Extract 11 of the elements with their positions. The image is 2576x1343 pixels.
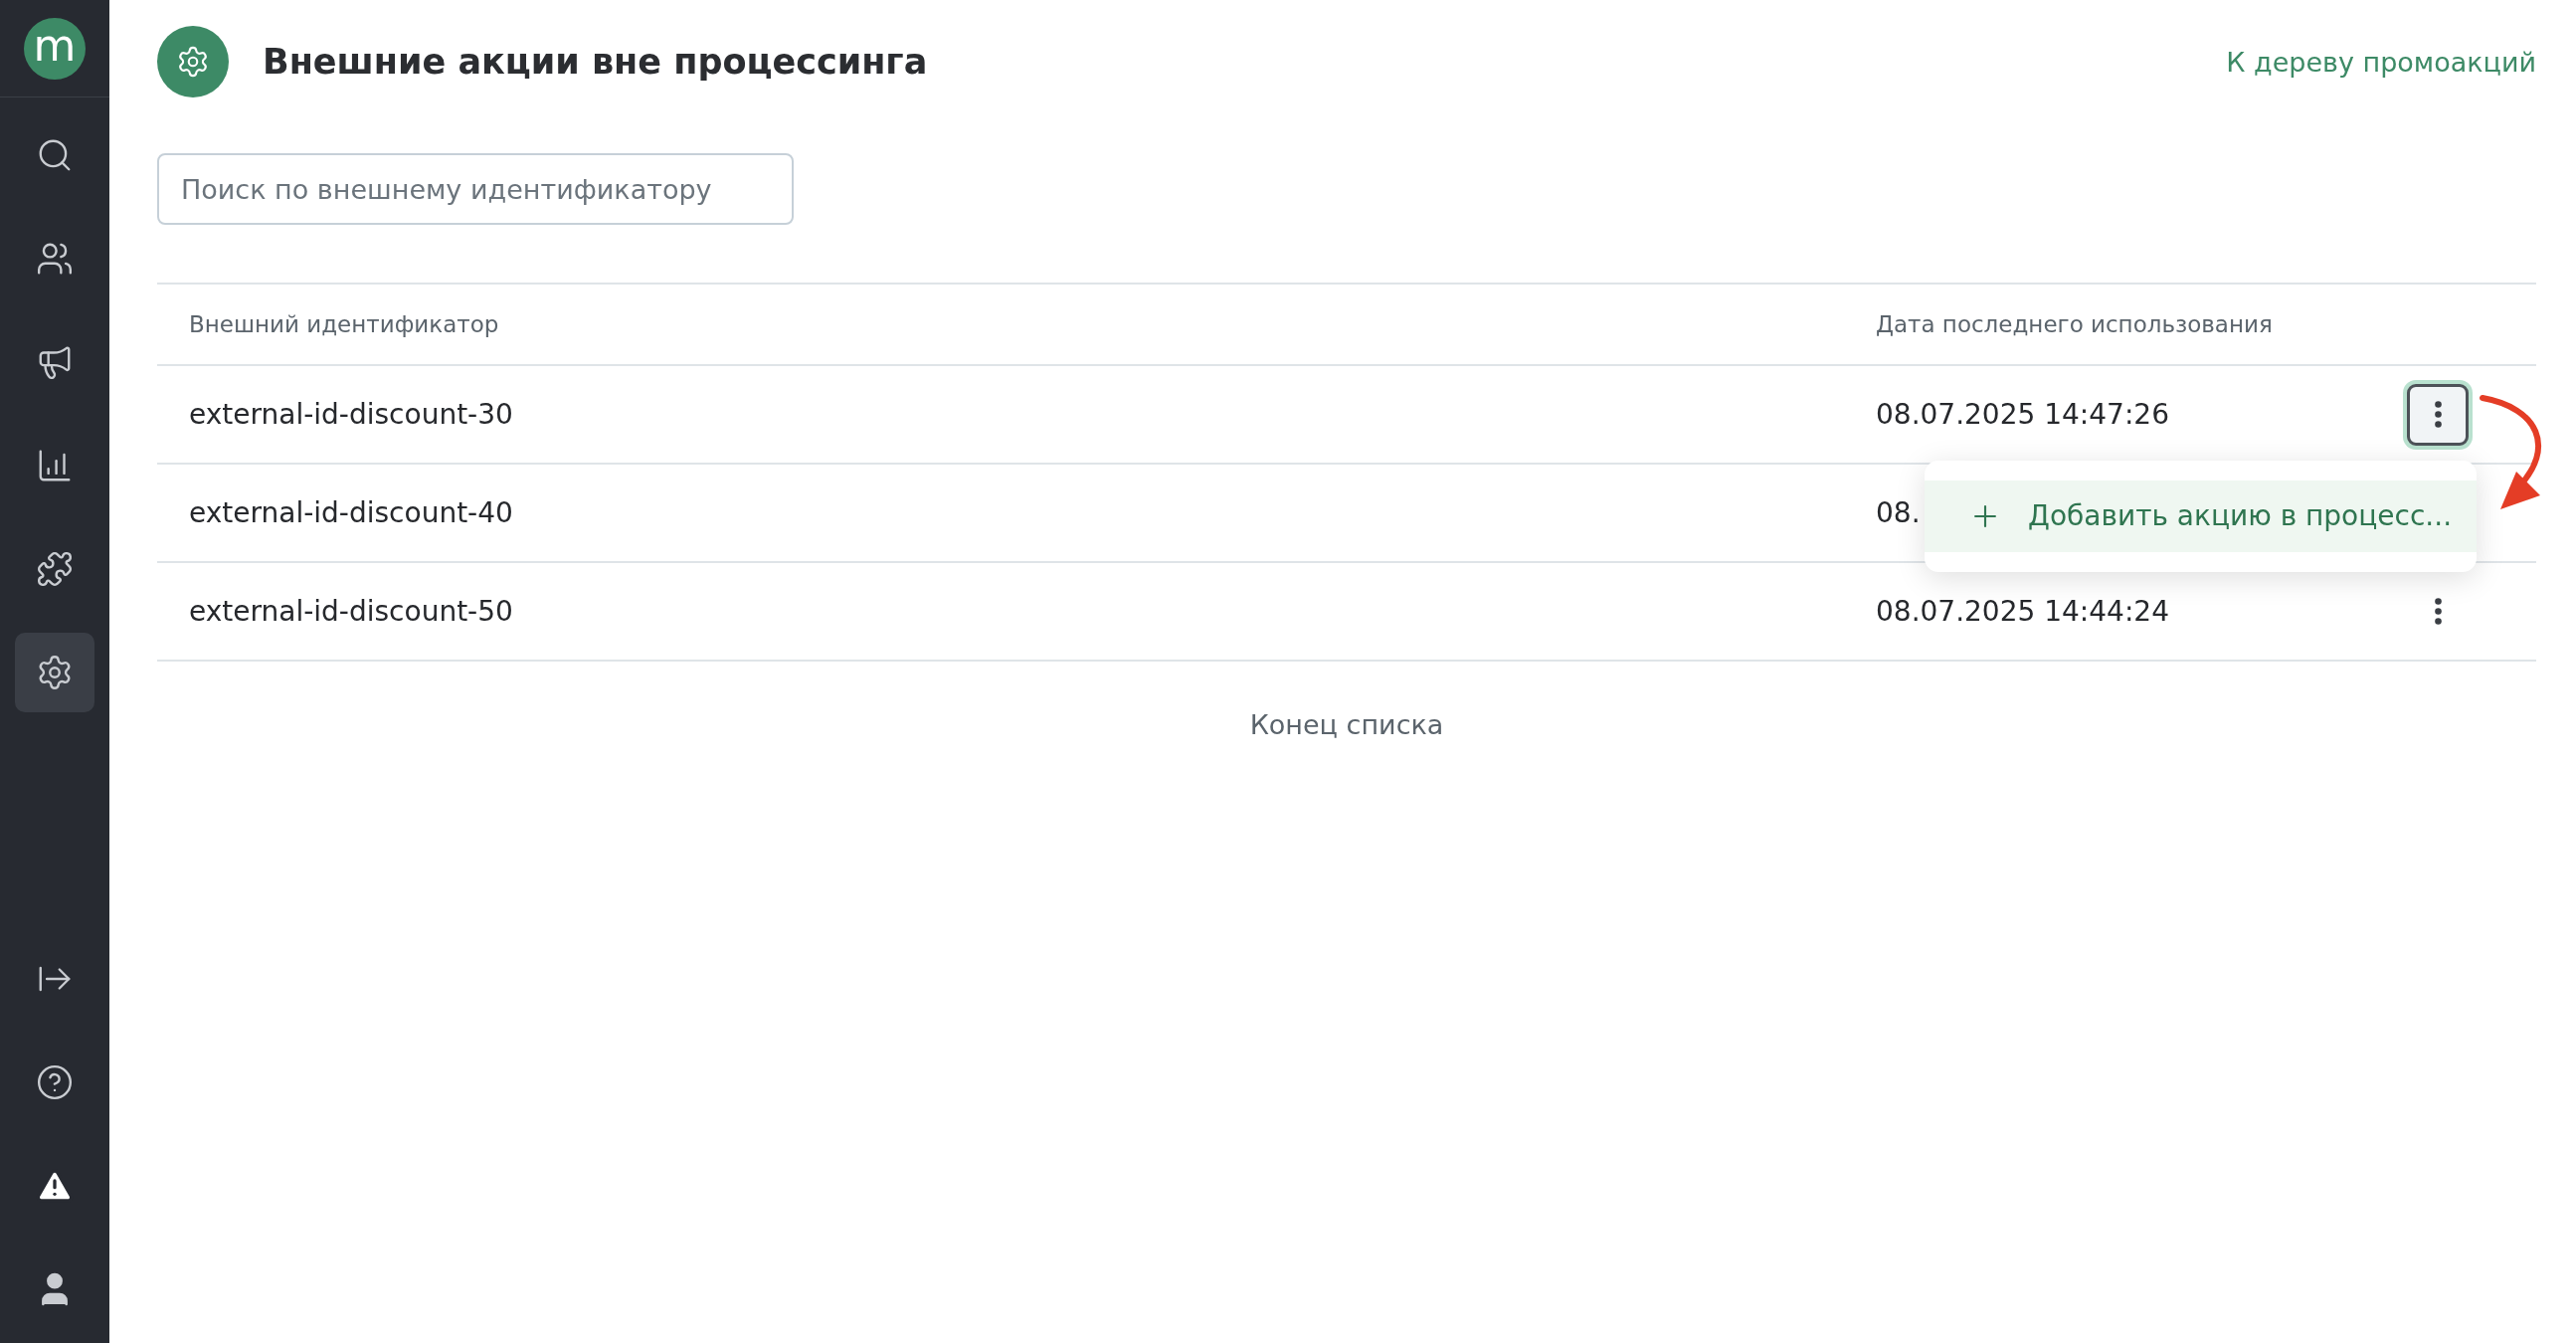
- table-cell: 08.07.2025 14:47:26: [1876, 398, 2169, 431]
- page-title: Внешние акции вне процессинга: [263, 42, 929, 82]
- table-cell: external-id-discount-30: [189, 398, 513, 431]
- column-header: Внешний идентификатор: [189, 311, 500, 337]
- logo: m: [24, 17, 86, 80]
- table-cell: external-id-discount-50: [189, 595, 513, 628]
- column-header: Дата последнего использования: [1876, 311, 2274, 337]
- end-of-list-text: Конец списка: [1248, 709, 1445, 740]
- table-cell: 08.: [1876, 496, 1921, 529]
- table-cell: external-id-discount-40: [189, 496, 513, 529]
- table-cell: 08.07.2025 14:44:24: [1876, 595, 2169, 628]
